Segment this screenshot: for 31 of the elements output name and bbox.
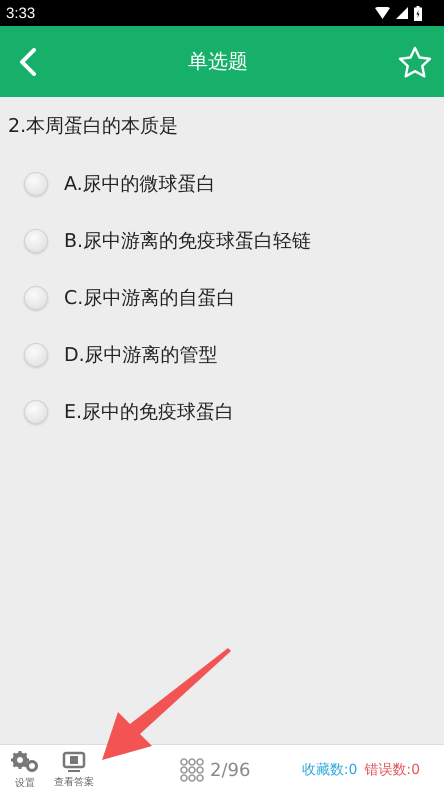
gear-icon: [10, 750, 40, 774]
answer-option[interactable]: C.尿中游离的自蛋白: [24, 269, 444, 326]
wifi-icon: [375, 7, 390, 19]
view-answer-button[interactable]: 查看答案: [54, 751, 94, 789]
option-label: A.尿中的微球蛋白: [64, 172, 216, 196]
back-button[interactable]: [18, 46, 38, 76]
question-text: 2.本周蛋白的本质是: [7, 114, 180, 139]
option-label: D.尿中游离的管型: [64, 342, 218, 368]
favorites-count: 收藏数:0: [302, 761, 358, 779]
settings-button[interactable]: 设置: [10, 750, 40, 790]
option-label: C.尿中游离的自蛋白: [64, 286, 236, 310]
monitor-icon: [62, 751, 86, 773]
battery-icon: [414, 6, 422, 20]
answer-option[interactable]: A.尿中的微球蛋白: [24, 155, 444, 212]
page-title: 单选题: [188, 48, 248, 75]
status-time: 3:33: [6, 4, 36, 22]
radio-button[interactable]: [24, 400, 48, 424]
errors-count: 错误数:0: [364, 761, 420, 779]
radio-button[interactable]: [24, 172, 48, 196]
option-label: E.尿中的免疫球蛋白: [64, 400, 234, 424]
radio-button[interactable]: [24, 342, 48, 366]
answer-option[interactable]: B.尿中游离的免疫球蛋白轻链: [24, 212, 444, 269]
answer-option[interactable]: E.尿中的免疫球蛋白: [24, 383, 444, 440]
favorite-star-button[interactable]: [398, 46, 432, 78]
answer-option[interactable]: D.尿中游离的管型: [24, 326, 444, 383]
signal-icon: [396, 7, 408, 19]
radio-button[interactable]: [24, 228, 48, 252]
progress-count: 2/96: [210, 760, 250, 780]
grid-icon[interactable]: [180, 758, 204, 782]
option-label: B.尿中游离的免疫球蛋白轻链: [64, 228, 312, 254]
radio-button[interactable]: [24, 286, 48, 310]
